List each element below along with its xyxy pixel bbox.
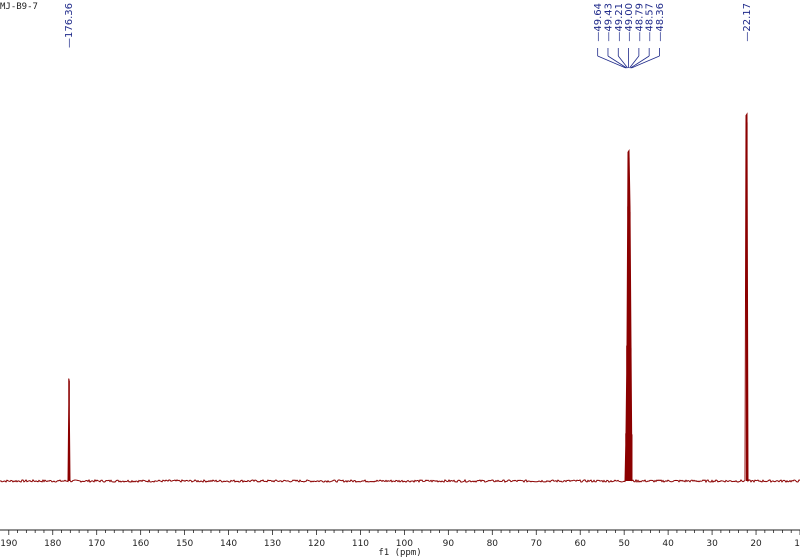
x-tick-label: 120 xyxy=(308,539,325,549)
x-tick-label: 20 xyxy=(750,539,762,549)
x-axis-title: f1 (ppm) xyxy=(378,548,421,558)
x-tick-label: 90 xyxy=(443,539,455,549)
x-tick-label: 50 xyxy=(618,539,630,549)
x-tick-label: 60 xyxy=(574,539,586,549)
sample-id: MJ-B9-7 xyxy=(0,2,38,12)
x-tick-label: 40 xyxy=(662,539,674,549)
x-tick-label: 10 xyxy=(794,539,800,549)
peak-leader-line xyxy=(597,55,626,69)
x-tick-label: 190 xyxy=(0,539,17,549)
peak-labels: —176.36 —49.64 —49.43 —49.21 —49.00 —48.79 —48… xyxy=(64,3,753,69)
peak-label: —22.17 xyxy=(742,3,753,42)
peak-label: —176.36 xyxy=(64,3,75,48)
spectrum-trace xyxy=(0,112,800,484)
x-tick-label: 110 xyxy=(352,539,369,549)
x-tick-label: 150 xyxy=(176,539,193,549)
peak-leader-line xyxy=(629,55,640,69)
x-tick-label: 30 xyxy=(706,539,718,549)
x-tick-label: 70 xyxy=(531,539,543,549)
nmr-spectrum-chart: MJ-B9-7 —176.36 —49.64 —49.43 —49.21 —49.00—… xyxy=(0,2,800,558)
peak-label: —48.36 xyxy=(655,3,666,42)
x-tick-label: 80 xyxy=(487,539,499,549)
x-tick-label: 140 xyxy=(220,539,237,549)
x-tick-label: 170 xyxy=(88,539,105,549)
x-axis-ticks: 190 180 170 160 150 140 130 120 110 100 90 80 70 60 50… xyxy=(0,530,800,549)
x-tick-label: 130 xyxy=(264,539,281,549)
peak-leader-line xyxy=(617,55,628,69)
x-tick-label: 180 xyxy=(44,539,61,549)
x-tick-label: 160 xyxy=(132,539,149,549)
peak-leader-line xyxy=(631,55,660,69)
